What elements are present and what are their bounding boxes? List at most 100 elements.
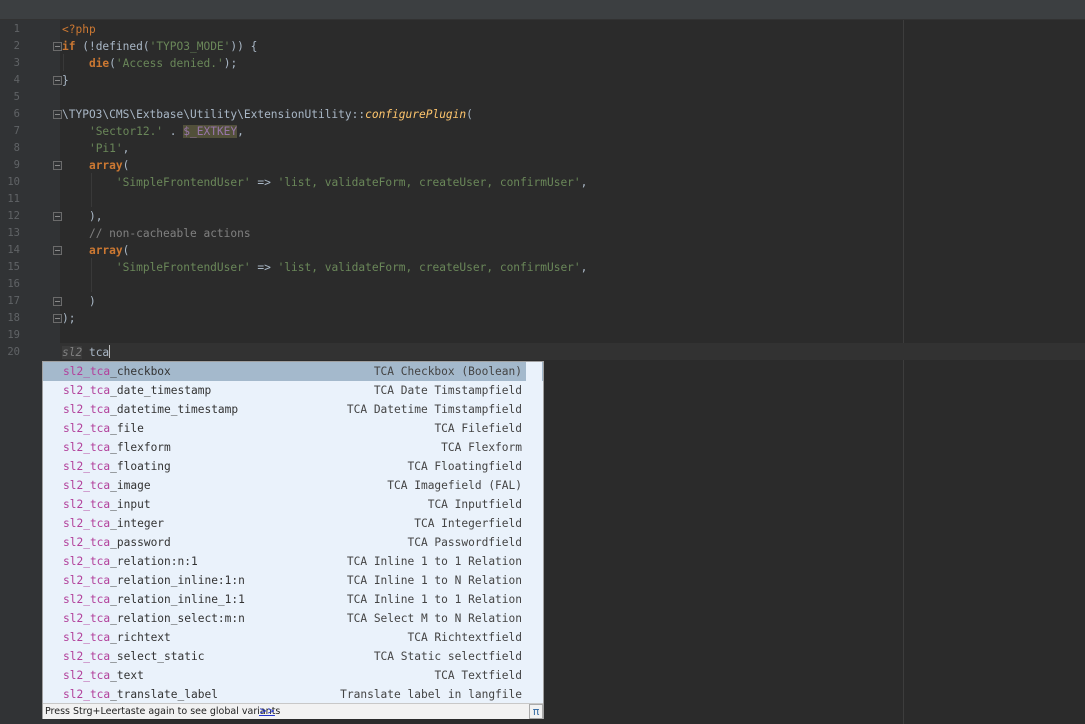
global-variants-link[interactable]: >> xyxy=(259,704,275,719)
completion-item-description: TCA Flexform xyxy=(441,441,522,454)
code-token: ); xyxy=(223,57,238,70)
code-line[interactable]: 3 die('Access denied.'); xyxy=(0,55,1085,72)
completion-item-name: sl2_tca_file xyxy=(63,419,144,438)
completion-item-description: TCA Imagefield (FAL) xyxy=(387,479,522,492)
code-token: if xyxy=(62,40,76,53)
code-token: } xyxy=(62,74,69,87)
completion-item-description: TCA Inline 1 to 1 Relation xyxy=(346,593,522,606)
code-token: => xyxy=(250,176,278,189)
code-line[interactable]: 17 ) xyxy=(0,293,1085,310)
code-token: ); xyxy=(62,312,76,325)
completion-item[interactable]: sl2_tca_floating TCA Floatingfield xyxy=(43,457,543,476)
code-text: ); xyxy=(62,310,75,327)
code-token: ( xyxy=(122,159,130,172)
completion-item-name: sl2_tca_input xyxy=(63,495,151,514)
line-number: 17 xyxy=(7,295,20,307)
completion-item-name: sl2_tca_image xyxy=(63,476,151,495)
completion-item[interactable]: sl2_tca_select_static TCA Static selectfi… xyxy=(43,647,543,666)
fold-icon[interactable] xyxy=(53,110,62,119)
completion-item[interactable]: sl2_tca_text TCA Textfield xyxy=(43,666,543,685)
completion-item[interactable]: sl2_tca_richtext TCA Richtextfield xyxy=(43,628,543,647)
fold-icon[interactable] xyxy=(53,297,62,306)
completion-item[interactable]: sl2_tca_checkbox TCA Checkbox (Boolean) xyxy=(43,362,543,381)
completion-item-description: TCA Floatingfield xyxy=(407,460,522,473)
code-line[interactable]: 5 xyxy=(0,89,1085,106)
code-token: 'TYPO3_MODE' xyxy=(149,40,231,53)
completion-item[interactable]: sl2_tca_flexform TCA Flexform xyxy=(43,438,543,457)
completion-match-prefix: sl2_tca xyxy=(63,612,111,625)
completion-item-suffix: _relation:n:1 xyxy=(110,555,198,568)
code-line[interactable]: 2 if (!defined('TYPO3_MODE')) { xyxy=(0,38,1085,55)
completion-item-suffix: _password xyxy=(110,536,171,549)
code-line[interactable]: 4} xyxy=(0,72,1085,89)
completion-match-prefix: sl2_tca xyxy=(63,403,111,416)
completion-item[interactable]: sl2_tca_relation_inline_1:1 TCA Inline 1 … xyxy=(43,590,543,609)
code-token: )) { xyxy=(230,40,258,53)
code-line[interactable]: 1 <?php xyxy=(0,21,1085,38)
completion-item-suffix: _checkbox xyxy=(110,365,171,378)
code-line[interactable]: 12 ), xyxy=(0,208,1085,225)
code-line[interactable]: 9 array( xyxy=(0,157,1085,174)
code-line[interactable]: 15 'SimpleFrontendUser' => 'list, valida… xyxy=(0,259,1085,276)
completion-item-description: TCA Textfield xyxy=(434,669,522,682)
completion-item-name: sl2_tca_translate_label xyxy=(63,685,218,703)
code-line[interactable]: 6 \TYPO3\CMS\Extbase\Utility\ExtensionUti… xyxy=(0,106,1085,123)
code-token: tca xyxy=(82,346,110,359)
line-number: 18 xyxy=(7,312,20,324)
code-text: 'SimpleFrontendUser' => 'list, validateF… xyxy=(62,259,588,276)
code-line[interactable]: 13 // non-cacheable actions xyxy=(0,225,1085,242)
code-line[interactable]: 18); xyxy=(0,310,1085,327)
completion-popup: sl2_tca _checkbox TCA Checkbox (Boolean) sl… xyxy=(42,361,544,719)
completion-item[interactable]: sl2_tca_file TCA Filefield xyxy=(43,419,543,438)
fold-icon[interactable] xyxy=(53,42,62,51)
fold-icon[interactable] xyxy=(53,314,62,323)
code-line[interactable]: 19 xyxy=(0,327,1085,344)
code-token: configurePlugin xyxy=(365,108,467,121)
code-line[interactable]: 10 'SimpleFrontendUser' => 'list, valida… xyxy=(0,174,1085,191)
completion-scrollbar[interactable] xyxy=(526,362,542,703)
completion-item[interactable]: sl2_tca_translate_label Translate label i… xyxy=(43,685,543,703)
completion-item[interactable]: sl2_tca_relation_select:m:n TCA Select M … xyxy=(43,609,543,628)
code-text: array( xyxy=(62,242,129,259)
completion-list[interactable]: sl2_tca _checkbox TCA Checkbox (Boolean) sl… xyxy=(43,362,543,703)
completion-item-name: sl2_tca_select_static xyxy=(63,647,204,666)
completion-item[interactable]: sl2_tca_password TCA Passwordfield xyxy=(43,533,543,552)
completion-footer: Press Strg+Leertaste again to see global… xyxy=(43,703,543,719)
pi-icon[interactable]: π xyxy=(529,704,543,719)
fold-icon[interactable] xyxy=(53,212,62,221)
code-token: // non-cacheable actions xyxy=(88,227,251,240)
completion-item-description: TCA Select M to N Relation xyxy=(346,612,522,625)
completion-item-name: sl2_tca_password xyxy=(63,533,171,552)
code-token: sl2 xyxy=(62,346,83,359)
code-line[interactable]: 20 sl2 tca xyxy=(0,344,1085,361)
code-line[interactable]: 16 xyxy=(0,276,1085,293)
line-number: 14 xyxy=(7,244,20,256)
completion-item-suffix: _flexform xyxy=(110,441,171,454)
completion-item-description: TCA Inline 1 to 1 Relation xyxy=(346,555,522,568)
code-text: 'Sector12.' . $_EXTKEY, xyxy=(62,123,244,140)
completion-item[interactable]: sl2_tca_image TCA Imagefield (FAL) xyxy=(43,476,543,495)
completion-item[interactable]: sl2_tca_relation:n:1 TCA Inline 1 to 1 Re… xyxy=(43,552,543,571)
code-text: sl2 tca xyxy=(62,344,111,361)
code-token: 'list, validateForm, createUser, confirm… xyxy=(277,176,581,189)
fold-icon[interactable] xyxy=(53,76,62,85)
completion-item-name: sl2_tca_date_timestamp xyxy=(63,381,211,400)
code-line[interactable]: 11 xyxy=(0,191,1085,208)
completion-item-description: TCA Checkbox (Boolean) xyxy=(373,365,522,378)
completion-item-name: sl2_tca_datetime_timestamp xyxy=(63,400,238,419)
code-token: ) xyxy=(88,295,96,308)
completion-item[interactable]: sl2_tca_integer TCA Integerfield xyxy=(43,514,543,533)
code-token: 'list, validateForm, createUser, confirm… xyxy=(277,261,581,274)
completion-item[interactable]: sl2_tca_date_timestamp TCA Date Timstampf… xyxy=(43,381,543,400)
fold-icon[interactable] xyxy=(53,246,62,255)
code-line[interactable]: 8 'Pi1', xyxy=(0,140,1085,157)
completion-item-description: TCA Inline 1 to N Relation xyxy=(346,574,522,587)
code-token: (!defined( xyxy=(75,40,150,53)
code-token: => xyxy=(250,261,278,274)
completion-item[interactable]: sl2_tca_datetime_timestamp TCA Datetime T… xyxy=(43,400,543,419)
completion-item[interactable]: sl2_tca_relation_inline:1:n TCA Inline 1 … xyxy=(43,571,543,590)
completion-item[interactable]: sl2_tca_input TCA Inputfield xyxy=(43,495,543,514)
fold-icon[interactable] xyxy=(53,161,62,170)
code-line[interactable]: 14 array( xyxy=(0,242,1085,259)
code-line[interactable]: 7 'Sector12.' . $_EXTKEY, xyxy=(0,123,1085,140)
